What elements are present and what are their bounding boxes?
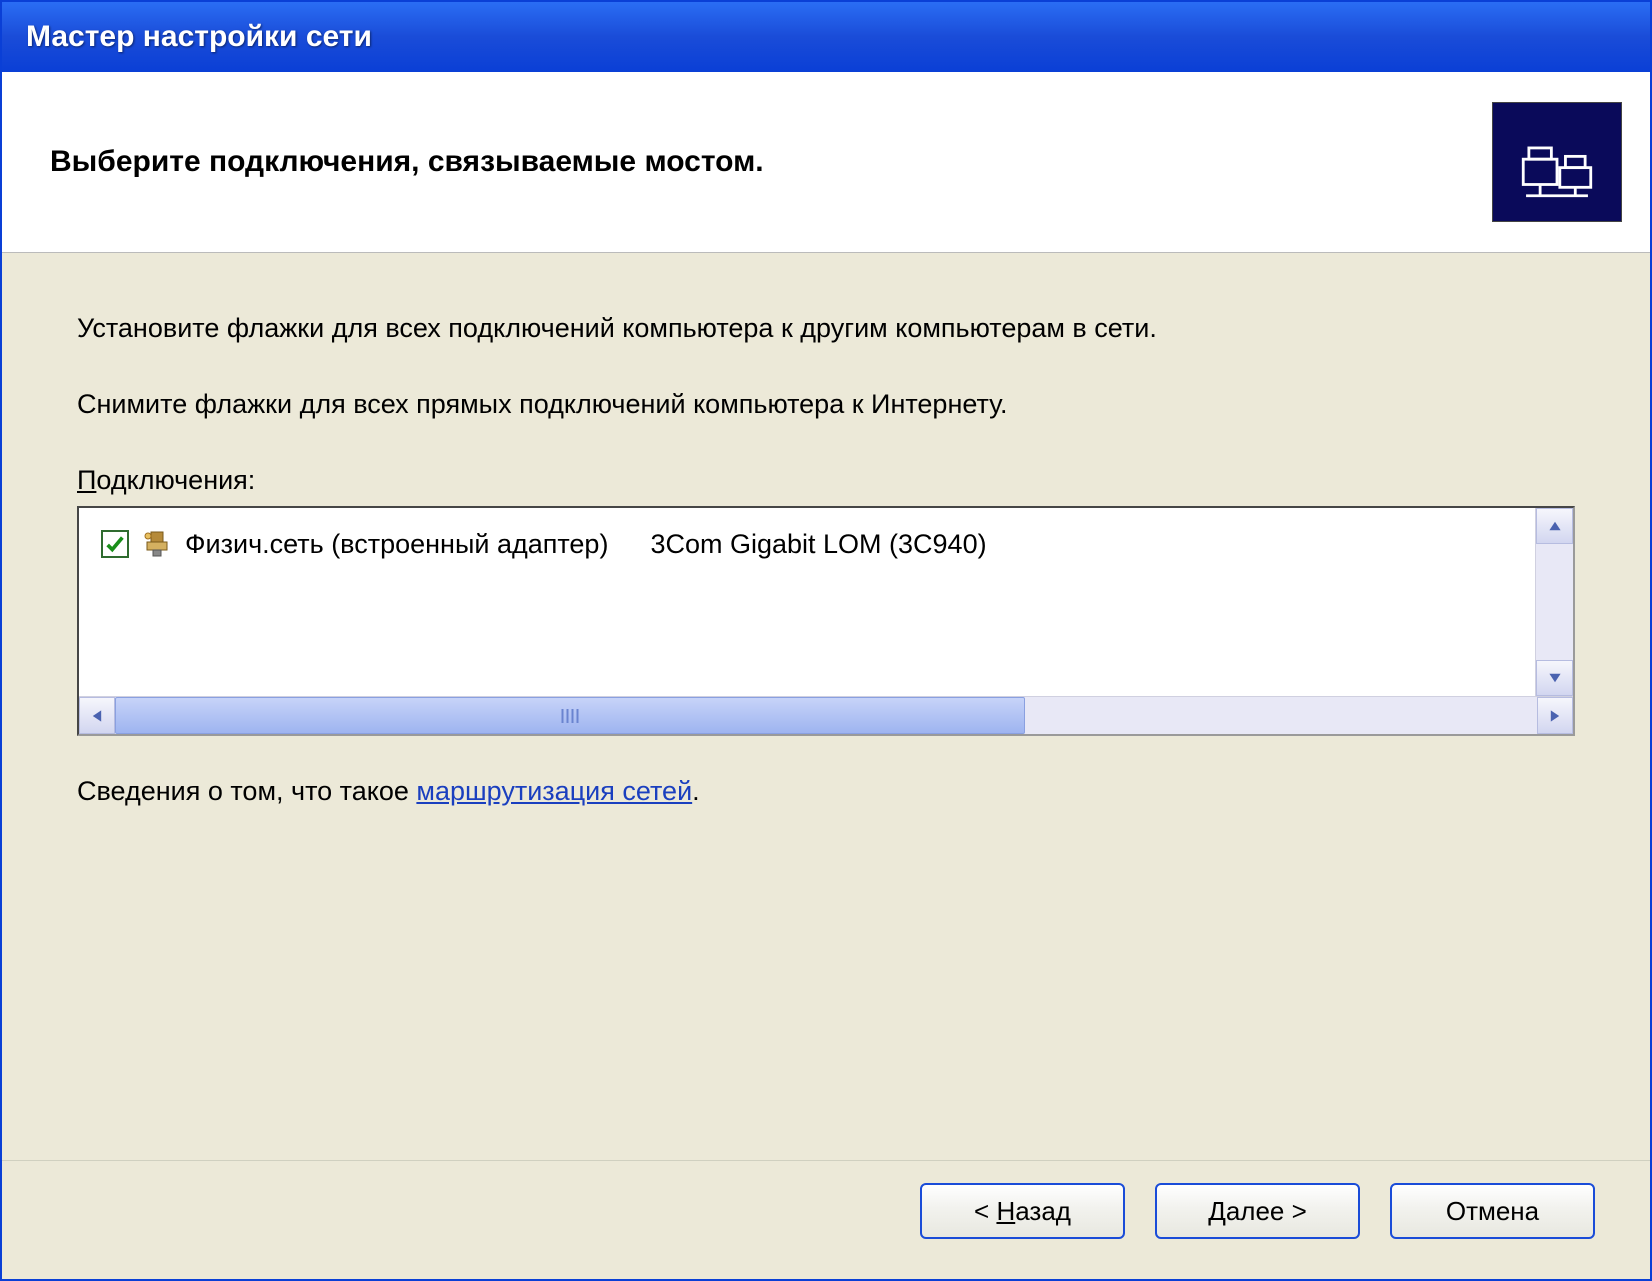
cancel-button[interactable]: Отмена (1390, 1183, 1595, 1239)
wizard-content: Установите флажки для всех подключений к… (2, 253, 1650, 1160)
horizontal-scrollbar[interactable] (79, 696, 1573, 734)
connections-label: Подключения: (77, 465, 1575, 496)
connection-device: 3Com Gigabit LOM (3C940) (650, 529, 986, 560)
instruction-text-1: Установите флажки для всех подключений к… (77, 313, 1575, 344)
listbox-content: Физич.сеть (встроенный адаптер) 3Com Gig… (79, 508, 1535, 696)
network-wizard-icon (1492, 102, 1622, 222)
page-title: Выберите подключения, связываемые мостом… (50, 145, 764, 179)
titlebar[interactable]: Мастер настройки сети (2, 2, 1650, 72)
routing-info-link[interactable]: маршрутизация сетей (416, 776, 692, 806)
horizontal-scroll-thumb[interactable] (115, 697, 1025, 734)
listbox-inner: Физич.сеть (встроенный адаптер) 3Com Gig… (79, 508, 1573, 696)
window-title: Мастер настройки сети (26, 20, 372, 54)
instruction-text-2: Снимите флажки для всех прямых подключен… (77, 389, 1575, 420)
list-item[interactable]: Физич.сеть (встроенный адаптер) 3Com Gig… (101, 528, 1513, 560)
horizontal-scroll-track[interactable] (115, 697, 1537, 734)
scroll-right-button[interactable] (1537, 697, 1573, 734)
connection-checkbox[interactable] (101, 530, 129, 558)
connections-listbox[interactable]: Физич.сеть (встроенный адаптер) 3Com Gig… (77, 506, 1575, 736)
scroll-down-button[interactable] (1536, 660, 1573, 696)
vertical-scroll-track[interactable] (1536, 544, 1573, 660)
info-text: Сведения о том, что такое маршрутизация … (77, 776, 1575, 807)
connections-listbox-wrap: Физич.сеть (встроенный адаптер) 3Com Gig… (77, 506, 1575, 736)
network-adapter-icon (141, 528, 173, 560)
connection-name: Физич.сеть (встроенный адаптер) (185, 529, 608, 560)
vertical-scrollbar[interactable] (1535, 508, 1573, 696)
scroll-left-button[interactable] (79, 697, 115, 734)
next-button[interactable]: Далее > (1155, 1183, 1360, 1239)
wizard-window: Мастер настройки сети Выберите подключен… (0, 0, 1652, 1281)
wizard-header: Выберите подключения, связываемые мостом… (2, 72, 1650, 253)
scroll-up-button[interactable] (1536, 508, 1573, 544)
wizard-button-row: < Назад Далее > Отмена (2, 1160, 1650, 1279)
scroll-grip-icon (562, 709, 579, 723)
back-button[interactable]: < Назад (920, 1183, 1125, 1239)
